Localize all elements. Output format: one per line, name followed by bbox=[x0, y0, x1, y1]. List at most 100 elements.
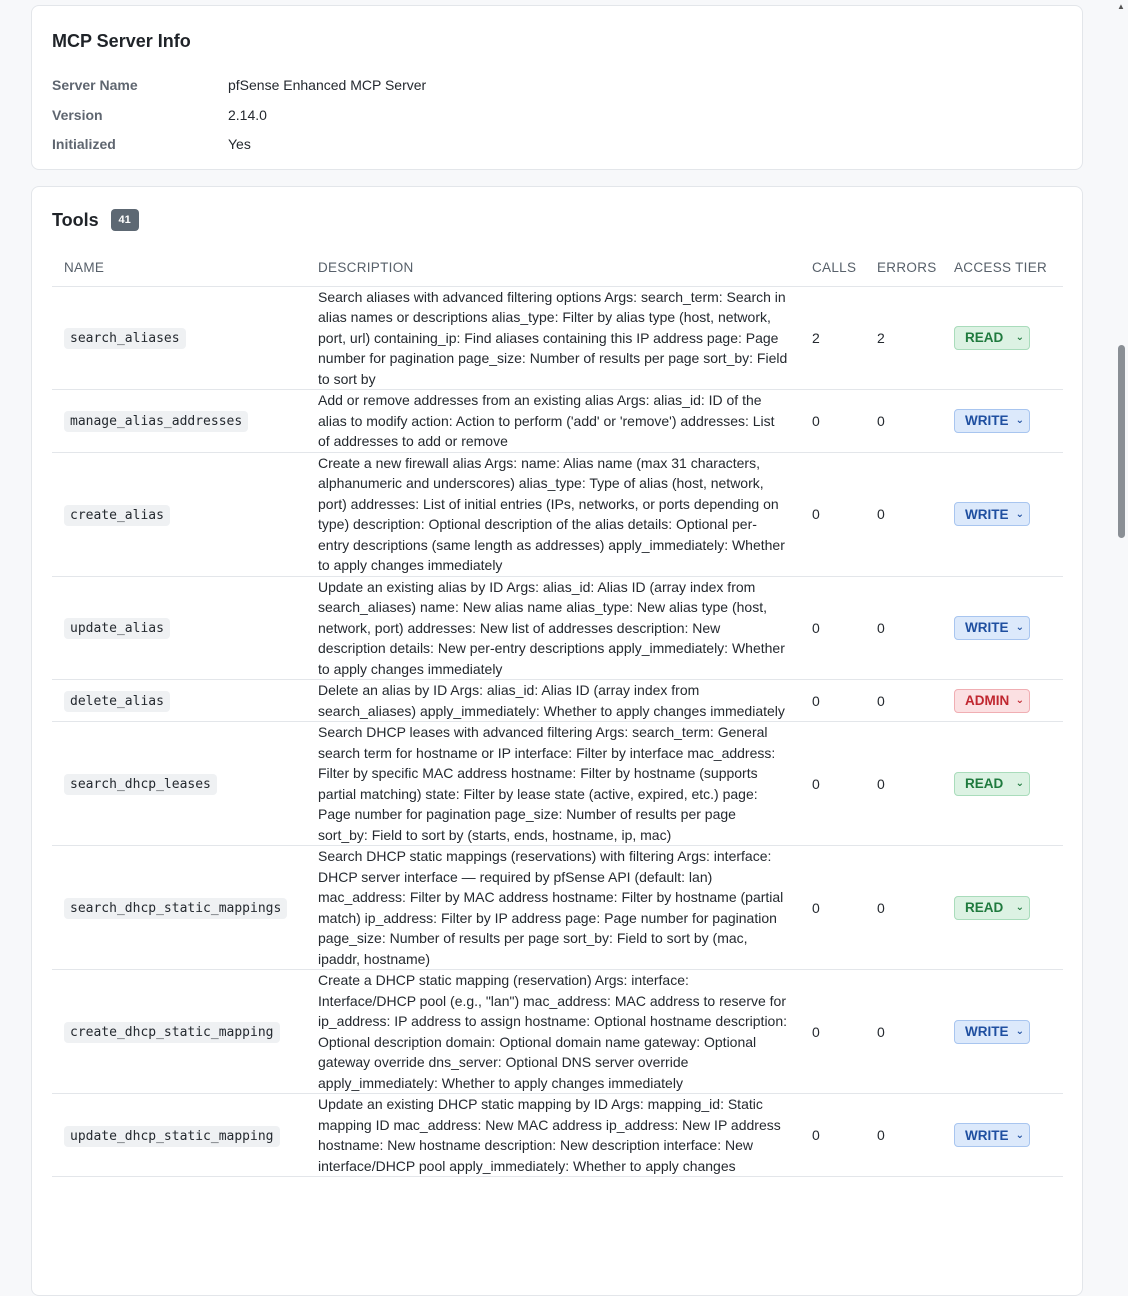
tool-name-cell: search_aliases bbox=[52, 286, 306, 390]
tool-description: Search DHCP static mappings (reservation… bbox=[306, 845, 800, 970]
column-header-calls[interactable]: CALLS bbox=[800, 250, 865, 287]
tools-card: Tools 41 NAME DESCRIPTION CALLS ERRORS A… bbox=[31, 186, 1083, 1296]
tool-name-cell: search_dhcp_leases bbox=[52, 721, 306, 846]
table-row: update_alias Update an existing alias by … bbox=[52, 576, 1063, 680]
access-tier-value: WRITE bbox=[965, 1127, 1009, 1143]
column-header-errors[interactable]: ERRORS bbox=[865, 250, 942, 287]
tools-header: Tools 41 bbox=[52, 209, 139, 231]
tool-tier-cell: ADMIN ⌄ bbox=[942, 679, 1063, 722]
access-tier-value: WRITE bbox=[965, 1024, 1009, 1039]
access-tier-value: READ bbox=[965, 330, 1004, 346]
tool-errors: 0 bbox=[865, 969, 942, 1094]
column-header-description[interactable]: DESCRIPTION bbox=[306, 250, 800, 287]
tool-calls: 0 bbox=[800, 389, 865, 453]
tool-errors: 2 bbox=[865, 286, 942, 390]
tool-errors: 0 bbox=[865, 721, 942, 846]
chevron-down-icon: ⌄ bbox=[1015, 508, 1024, 520]
info-label: Initialized bbox=[52, 136, 116, 152]
access-tier-select[interactable]: WRITE ⌄ bbox=[954, 615, 1030, 640]
tool-calls: 0 bbox=[800, 576, 865, 680]
tool-tier-cell: WRITE ⌄ bbox=[942, 389, 1063, 453]
column-header-name[interactable]: NAME bbox=[52, 250, 306, 287]
access-tier-value: READ bbox=[965, 900, 1004, 915]
tool-description: Delete an alias by ID Args: alias_id: Al… bbox=[306, 679, 800, 722]
tool-description: Add or remove addresses from an existing… bbox=[306, 389, 800, 453]
tool-calls: 0 bbox=[800, 969, 865, 1094]
tool-calls: 0 bbox=[800, 721, 865, 846]
server-info-title: MCP Server Info bbox=[52, 31, 191, 51]
chevron-down-icon: ⌄ bbox=[1015, 695, 1024, 706]
tool-tier-cell: WRITE ⌄ bbox=[942, 969, 1063, 1094]
tool-tier-cell: WRITE ⌄ bbox=[942, 1093, 1063, 1177]
tool-name-cell: manage_alias_addresses bbox=[52, 389, 306, 453]
table-row: search_dhcp_static_mappings Search DHCP s… bbox=[52, 845, 1063, 970]
access-tier-select[interactable]: WRITE ⌄ bbox=[954, 408, 1030, 433]
tool-errors: 0 bbox=[865, 576, 942, 680]
tool-tier-cell: READ ⌄ bbox=[942, 286, 1063, 390]
access-tier-select[interactable]: WRITE ⌄ bbox=[954, 1019, 1030, 1044]
scrollbar-thumb[interactable] bbox=[1118, 345, 1125, 538]
tool-errors: 0 bbox=[865, 679, 942, 722]
tool-description: Update an existing DHCP static mapping b… bbox=[306, 1093, 800, 1177]
column-header-access-tier[interactable]: ACCESS TIER bbox=[942, 250, 1063, 287]
table-header-row: NAME DESCRIPTION CALLS ERRORS ACCESS TIE… bbox=[52, 250, 1063, 287]
tool-calls: 0 bbox=[800, 679, 865, 722]
tool-name-cell: update_dhcp_static_mapping bbox=[52, 1093, 306, 1177]
access-tier-value: READ bbox=[965, 776, 1004, 791]
table-row: search_aliases Search aliases with advanc… bbox=[52, 286, 1063, 390]
access-tier-select[interactable]: ADMIN ⌄ bbox=[954, 688, 1030, 713]
tool-description: Search aliases with advanced filtering o… bbox=[306, 286, 800, 390]
table-row: manage_alias_addresses Add or remove addr… bbox=[52, 389, 1063, 453]
table-row: search_dhcp_leases Search DHCP leases wit… bbox=[52, 721, 1063, 846]
tool-calls: 0 bbox=[800, 845, 865, 970]
tools-title: Tools bbox=[52, 209, 99, 230]
chevron-down-icon: ⌄ bbox=[1015, 622, 1024, 634]
access-tier-select[interactable]: READ ⌄ bbox=[954, 325, 1030, 350]
page-scrollbar[interactable]: ▲ bbox=[1114, 0, 1128, 1273]
triangle-up-icon[interactable]: ▲ bbox=[1117, 2, 1125, 11]
tool-description: Create a new firewall alias Args: name: … bbox=[306, 452, 800, 577]
tools-table: NAME DESCRIPTION CALLS ERRORS ACCESS TIE… bbox=[52, 250, 1063, 1177]
table-row: create_alias Create a new firewall alias … bbox=[52, 452, 1063, 577]
tool-calls: 0 bbox=[800, 1093, 865, 1177]
tool-tier-cell: READ ⌄ bbox=[942, 845, 1063, 970]
tool-name: search_dhcp_leases bbox=[64, 774, 217, 795]
tool-name: update_alias bbox=[64, 618, 170, 640]
table-row: create_dhcp_static_mapping Create a DHCP … bbox=[52, 969, 1063, 1094]
chevron-down-icon: ⌄ bbox=[1015, 415, 1024, 427]
tool-calls: 2 bbox=[800, 286, 865, 390]
access-tier-select[interactable]: WRITE ⌄ bbox=[954, 502, 1030, 526]
tool-name: create_dhcp_static_mapping bbox=[64, 1022, 280, 1043]
tool-description: Search DHCP leases with advanced filteri… bbox=[306, 721, 800, 846]
info-label: Version bbox=[52, 107, 103, 123]
table-row: delete_alias Delete an alias by ID Args: … bbox=[52, 679, 1063, 722]
chevron-down-icon: ⌄ bbox=[1015, 332, 1024, 344]
tool-name: update_dhcp_static_mapping bbox=[64, 1125, 280, 1147]
access-tier-value: ADMIN bbox=[965, 693, 1010, 708]
chevron-down-icon: ⌄ bbox=[1015, 1026, 1024, 1037]
tool-errors: 0 bbox=[865, 1093, 942, 1177]
tool-name: manage_alias_addresses bbox=[64, 411, 249, 433]
tool-name: delete_alias bbox=[64, 691, 170, 712]
tool-name: search_aliases bbox=[64, 328, 186, 350]
access-tier-value: WRITE bbox=[965, 413, 1009, 429]
tool-tier-cell: WRITE ⌄ bbox=[942, 576, 1063, 680]
table-row: update_dhcp_static_mapping Update an exis… bbox=[52, 1093, 1063, 1177]
tool-name-cell: create_alias bbox=[52, 452, 306, 577]
access-tier-value: WRITE bbox=[965, 620, 1009, 636]
tool-errors: 0 bbox=[865, 845, 942, 970]
access-tier-value: WRITE bbox=[965, 506, 1009, 522]
info-value: 2.14.0 bbox=[228, 107, 267, 123]
info-value: pfSense Enhanced MCP Server bbox=[228, 77, 427, 93]
tool-name-cell: update_alias bbox=[52, 576, 306, 680]
tool-name-cell: create_dhcp_static_mapping bbox=[52, 969, 306, 1094]
info-label: Server Name bbox=[52, 77, 138, 93]
chevron-down-icon: ⌄ bbox=[1015, 778, 1024, 789]
tool-errors: 0 bbox=[865, 452, 942, 577]
access-tier-select[interactable]: WRITE ⌄ bbox=[954, 1123, 1030, 1147]
access-tier-select[interactable]: READ ⌄ bbox=[954, 771, 1030, 796]
access-tier-select[interactable]: READ ⌄ bbox=[954, 895, 1030, 920]
server-info-card: MCP Server Info Server Name pfSense Enha… bbox=[31, 5, 1083, 170]
tool-errors: 0 bbox=[865, 389, 942, 453]
tool-name-cell: search_dhcp_static_mappings bbox=[52, 845, 306, 970]
